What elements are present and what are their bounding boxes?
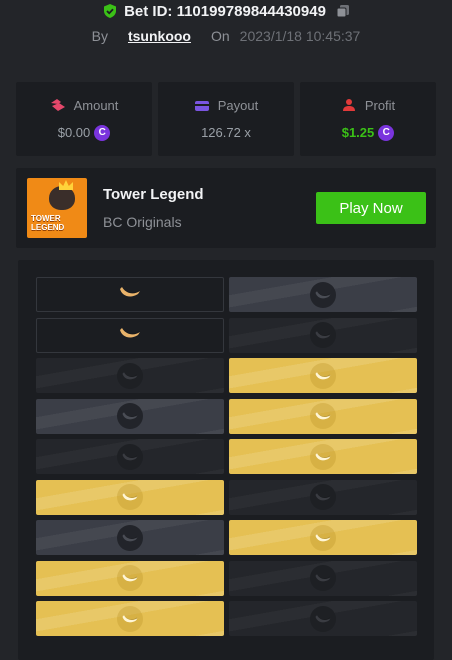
tower-tile xyxy=(36,277,224,312)
stat-profit-value: $1.25 xyxy=(341,125,375,140)
coin-icon: C xyxy=(94,124,111,141)
stat-amount-label: Amount xyxy=(73,97,119,113)
game-card: TOWER LEGEND Tower Legend BC Originals Pl… xyxy=(16,168,436,248)
play-now-button[interactable]: Play Now xyxy=(316,192,426,224)
banana-icon xyxy=(310,524,336,551)
tower-tile xyxy=(36,398,224,434)
banana-icon xyxy=(310,565,336,591)
tower-tile xyxy=(229,520,417,555)
stat-profit-label: Profit xyxy=(364,97,396,113)
stat-amount: Amount $0.00 C xyxy=(16,82,152,156)
by-label: By xyxy=(91,28,108,44)
tower-board xyxy=(18,260,434,660)
stat-payout: Payout 126.72 x xyxy=(158,82,294,156)
shield-check-icon xyxy=(102,3,118,19)
banana-icon xyxy=(117,403,143,429)
tower-tile xyxy=(229,560,417,596)
tower-tile xyxy=(229,277,417,312)
tower-tile xyxy=(229,358,417,393)
on-label: On xyxy=(210,28,230,44)
tower-tile xyxy=(36,560,224,596)
tower-tile xyxy=(36,317,224,353)
banana-icon xyxy=(117,605,143,632)
banana-icon xyxy=(310,484,336,510)
banana-icon xyxy=(117,362,143,389)
tower-tile xyxy=(229,398,417,434)
banana-icon xyxy=(117,565,143,591)
tower-tile xyxy=(229,317,417,353)
user-link[interactable]: tsunkooo xyxy=(128,28,191,44)
banana-icon xyxy=(117,524,143,551)
stat-payout-label: Payout xyxy=(217,98,259,113)
banana-icon xyxy=(310,322,336,348)
crown-icon xyxy=(59,180,73,190)
bet-id-row: Bet ID: 110199789844430949 xyxy=(0,0,452,22)
tower-tile xyxy=(229,479,417,515)
banana-icon xyxy=(310,443,336,470)
bet-date: 2023/1/18 10:45:37 xyxy=(239,28,361,44)
game-provider: BC Originals xyxy=(103,214,182,230)
banana-icon xyxy=(117,443,143,470)
tower-tile xyxy=(229,439,417,474)
tower-tile xyxy=(36,358,224,393)
coin-icon: C xyxy=(378,124,395,141)
tower-tile xyxy=(229,601,417,636)
amount-icon xyxy=(50,99,65,111)
stat-profit: Profit $1.25 C xyxy=(300,82,436,156)
banana-icon xyxy=(310,281,336,308)
game-name[interactable]: Tower Legend xyxy=(103,186,204,203)
banana-icon xyxy=(118,284,142,305)
copy-icon[interactable] xyxy=(336,4,350,18)
stat-amount-value: $0.00 xyxy=(57,125,91,140)
tower-tile xyxy=(36,601,224,636)
payout-icon xyxy=(194,100,209,111)
game-thumbnail[interactable]: TOWER LEGEND xyxy=(27,178,87,238)
stat-payout-value: 126.72 x xyxy=(201,125,251,140)
tower-tile xyxy=(36,520,224,555)
bet-stats: Amount $0.00 C Payout 126.72 x Profit $1… xyxy=(16,82,436,156)
tower-tile xyxy=(36,479,224,515)
banana-icon xyxy=(117,484,143,510)
banana-icon xyxy=(310,362,336,389)
tower-tile xyxy=(36,439,224,474)
banana-icon xyxy=(310,605,336,632)
profit-icon xyxy=(342,99,355,111)
bet-meta-row: By tsunkooo On 2023/1/18 10:45:37 xyxy=(0,26,452,46)
banana-icon xyxy=(118,325,142,346)
banana-icon xyxy=(310,403,336,429)
bet-id-text: Bet ID: 110199789844430949 xyxy=(124,2,326,20)
thumbnail-title: TOWER LEGEND xyxy=(31,214,65,232)
